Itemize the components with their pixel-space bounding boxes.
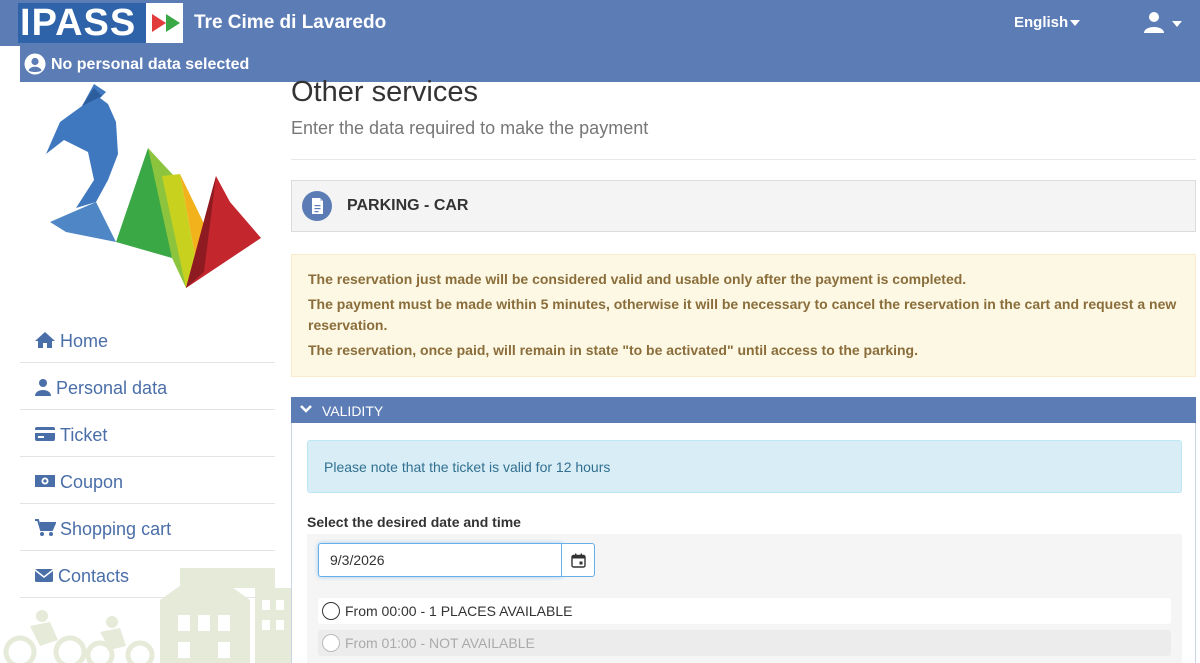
time-slot-radio	[322, 634, 340, 652]
service-header: PARKING - CAR	[291, 180, 1196, 232]
sidebar-item-ticket[interactable]: Ticket	[20, 410, 275, 457]
user-menu-button[interactable]	[1142, 10, 1184, 36]
time-slot-radio[interactable]	[322, 602, 340, 620]
time-slot-option[interactable]: From 00:00 - 1 PLACES AVAILABLE	[318, 598, 1171, 624]
sidebar-item-label: Ticket	[60, 425, 108, 445]
cart-icon	[35, 519, 56, 536]
service-icon-circle	[302, 191, 332, 221]
personal-data-bar[interactable]: No personal data selected	[20, 46, 1200, 82]
calendar-button[interactable]	[561, 543, 595, 577]
date-input[interactable]	[318, 543, 562, 577]
sidebar-item-coupon[interactable]: Coupon	[20, 457, 275, 504]
date-time-label: Select the desired date and time	[307, 514, 521, 530]
sidebar-item-shopping-cart[interactable]: Shopping cart	[20, 504, 275, 551]
chevron-down-icon	[300, 405, 312, 413]
time-slot-label: From 00:00 - 1 PLACES AVAILABLE	[345, 603, 573, 619]
sidebar-item-label: Coupon	[60, 472, 124, 492]
page-title: Other services	[291, 76, 478, 108]
validity-panel-title: VALIDITY	[322, 403, 384, 419]
brand-rooster-mountains-logo	[46, 84, 261, 288]
user-circle-icon	[24, 53, 46, 75]
ipass-logo[interactable]: IPASS	[18, 3, 183, 43]
sidebar-item-label: Home	[60, 331, 109, 351]
validity-panel-header[interactable]: VALIDITY	[291, 397, 1196, 423]
language-dropdown[interactable]: English	[1014, 14, 1081, 31]
warning-line: The payment must be made within 5 minute…	[308, 296, 1177, 333]
service-title: PARKING - CAR	[347, 197, 469, 214]
logo-arrow-green	[166, 14, 180, 32]
document-icon	[312, 198, 323, 214]
sidebar-item-home[interactable]: Home	[20, 316, 275, 363]
top-navbar: IPASS Tre Cime di Lavaredo English	[0, 0, 1200, 46]
time-slot-label: From 01:00 - NOT AVAILABLE	[345, 635, 535, 651]
caret-down-icon	[1070, 20, 1081, 27]
sidebar-item-label: Shopping cart	[60, 519, 172, 539]
caret-down-icon	[1172, 21, 1182, 27]
language-label: English	[1014, 14, 1069, 31]
warning-line: The reservation, once paid, will remain …	[308, 342, 918, 358]
sidebar-nav: Home Personal data Ticket Coupon Shoppin…	[20, 316, 275, 598]
date-time-selector: From 00:00 - 1 PLACES AVAILABLE From 01:…	[307, 534, 1182, 663]
user-icon	[35, 379, 51, 396]
user-icon	[1144, 12, 1164, 33]
personal-data-status: No personal data selected	[51, 56, 250, 73]
logo-wordmark: IPASS	[18, 3, 146, 43]
time-slot-option-disabled: From 01:00 - NOT AVAILABLE	[318, 630, 1171, 656]
validity-info-alert: Please note that the ticket is valid for…	[307, 440, 1182, 493]
credit-card-icon	[35, 427, 55, 441]
divider	[291, 159, 1196, 160]
site-title[interactable]: Tre Cime di Lavaredo	[194, 12, 386, 34]
money-icon	[35, 475, 55, 487]
payment-warning-alert: The reservation just made will be consid…	[291, 254, 1196, 377]
main-content: Other services Enter the data required t…	[291, 76, 1200, 663]
logo-arrow-red	[152, 14, 166, 32]
sidebar-item-label: Personal data	[56, 378, 168, 398]
sidebar-item-personal-data[interactable]: Personal data	[20, 363, 275, 410]
background-illustration	[3, 568, 291, 663]
page-subtitle: Enter the data required to make the paym…	[291, 118, 649, 138]
warning-line: The reservation just made will be consid…	[308, 271, 967, 287]
validity-panel-body: Please note that the ticket is valid for…	[291, 423, 1196, 663]
validity-info-text: Please note that the ticket is valid for…	[324, 459, 611, 475]
calendar-icon	[571, 553, 586, 568]
home-icon	[35, 332, 55, 348]
